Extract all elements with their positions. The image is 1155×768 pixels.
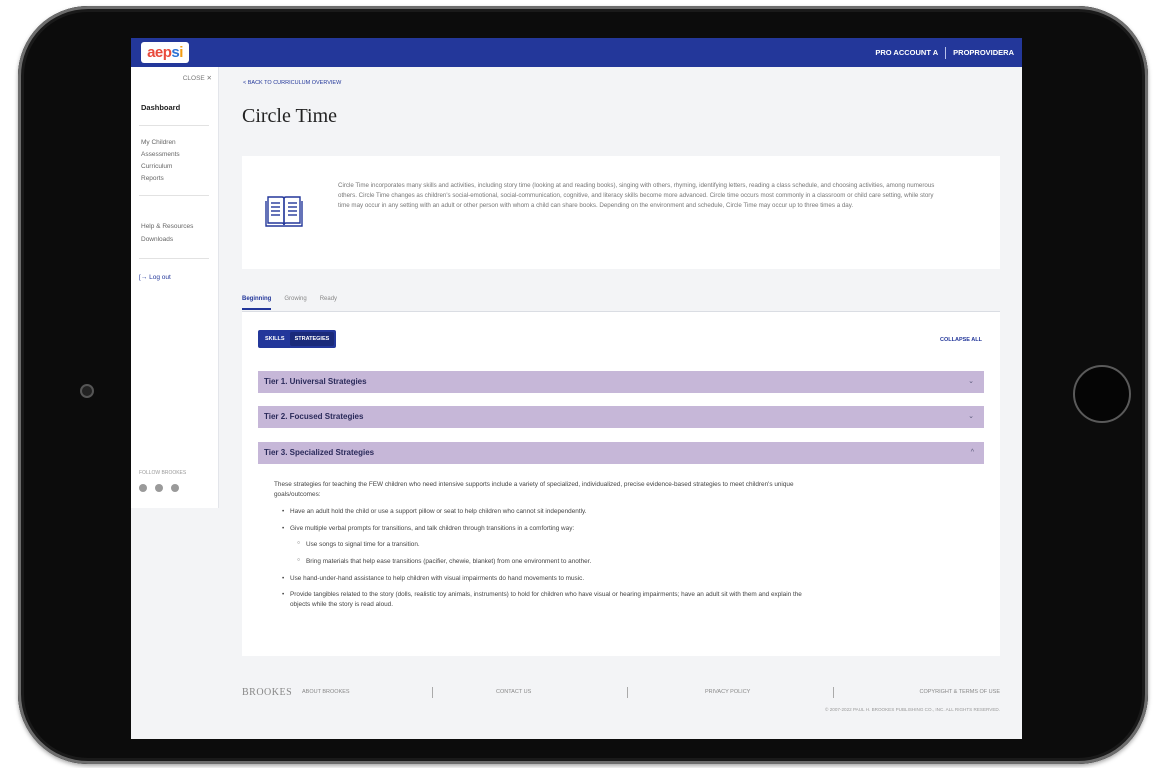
sidebar-item-my-children[interactable]: My Children [141, 139, 176, 146]
strategies-card: SKILLS STRATEGIES COLLAPSE ALL Tier 1. U… [242, 312, 1000, 656]
list-item: Provide tangibles related to the story (… [282, 590, 814, 609]
level-tabs: Beginning Growing Ready [242, 296, 337, 310]
list-item: Use hand-under-hand assistance to help c… [282, 574, 814, 584]
collapse-all-button[interactable]: COLLAPSE ALL [940, 337, 982, 343]
sidebar-item-downloads[interactable]: Downloads [141, 236, 173, 243]
aepsi-logo[interactable]: aepsi [141, 42, 189, 63]
tier-3-label: Tier 3. Specialized Strategies [264, 448, 375, 457]
sidebar-item-help[interactable]: Help & Resources [141, 223, 193, 230]
tier-3-accordion[interactable]: Tier 3. Specialized Strategies ^ [258, 442, 984, 464]
account-name[interactable]: PRO ACCOUNT A [875, 48, 938, 57]
chevron-up-icon: ^ [970, 449, 974, 456]
chevron-down-icon: ⌄ [968, 413, 974, 420]
strategies-toggle-button[interactable]: STRATEGIES [289, 332, 335, 346]
footer-divider [833, 687, 834, 698]
tier-1-accordion[interactable]: Tier 1. Universal Strategies ⌄ [258, 371, 984, 393]
logout-button[interactable]: [→ Log out [139, 274, 171, 281]
sidebar-divider [139, 195, 209, 196]
footer-divider [432, 687, 433, 698]
footer: BROOKES ABOUT BROOKES CONTACT US PRIVACY… [242, 687, 1000, 737]
tier-3-content: These strategies for teaching the FEW ch… [274, 480, 814, 616]
close-sidebar-button[interactable]: CLOSE ✕ [183, 74, 212, 82]
provider-name[interactable]: PROPROVIDERA [953, 48, 1014, 57]
sidebar-divider [139, 125, 209, 126]
sidebar-item-assessments[interactable]: Assessments [141, 151, 180, 158]
tab-growing[interactable]: Growing [284, 296, 306, 310]
twitter-icon[interactable] [171, 484, 179, 492]
footer-divider [627, 687, 628, 698]
account-divider [945, 46, 947, 59]
logout-label: Log out [149, 274, 171, 281]
tier-3-intro: These strategies for teaching the FEW ch… [274, 481, 794, 498]
facebook-icon[interactable] [139, 484, 147, 492]
tier-2-label: Tier 2. Focused Strategies [264, 412, 364, 421]
back-to-overview-link[interactable]: < BACK TO CURRICULUM OVERVIEW [243, 80, 341, 86]
tier-1-label: Tier 1. Universal Strategies [264, 377, 367, 386]
follow-label: FOLLOW BROOKES [139, 470, 187, 476]
camera-icon [80, 384, 94, 398]
brookes-logo[interactable]: BROOKES [242, 687, 292, 698]
sidebar-item-dashboard[interactable]: Dashboard [141, 103, 180, 112]
sidebar: CLOSE ✕ Dashboard My Children Assessment… [131, 67, 219, 508]
sidebar-divider [139, 258, 209, 259]
chevron-down-icon: ⌄ [968, 378, 974, 385]
app-screen: aepsi PRO ACCOUNT A PROPROVIDERA CLOSE ✕… [131, 38, 1022, 739]
skills-strategies-toggle: SKILLS STRATEGIES [258, 330, 337, 348]
footer-link-contact[interactable]: CONTACT US [496, 689, 531, 695]
book-icon [265, 196, 303, 227]
footer-link-copyright[interactable]: COPYRIGHT & TERMS OF USE [920, 689, 1000, 695]
list-item: Give multiple verbal prompts for transit… [282, 524, 814, 534]
list-item: Bring materials that help ease transitio… [297, 557, 814, 567]
copyright-text: © 2007-2022 PAUL H. BROOKES PUBLISHING C… [825, 707, 1000, 712]
footer-link-privacy[interactable]: PRIVACY POLICY [705, 689, 750, 695]
account-area: PRO ACCOUNT A PROPROVIDERA [875, 38, 1014, 67]
instagram-icon[interactable] [155, 484, 163, 492]
page-title: Circle Time [242, 105, 338, 127]
description-card: Circle Time incorporates many skills and… [242, 156, 1000, 269]
main-content: < BACK TO CURRICULUM OVERVIEW Circle Tim… [219, 67, 1022, 739]
activity-description: Circle Time incorporates many skills and… [338, 182, 935, 209]
tab-ready[interactable]: Ready [320, 296, 337, 310]
logout-icon: [→ [139, 274, 148, 281]
footer-link-about[interactable]: ABOUT BROOKES [302, 689, 350, 695]
list-item: Use songs to signal time for a transitio… [297, 540, 814, 550]
top-bar: aepsi PRO ACCOUNT A PROPROVIDERA [131, 38, 1022, 67]
skills-toggle-button[interactable]: SKILLS [260, 332, 290, 346]
strategy-list: Have an adult hold the child or use a su… [274, 507, 814, 609]
sidebar-item-reports[interactable]: Reports [141, 175, 164, 182]
home-button[interactable] [1073, 365, 1131, 423]
list-item: Have an adult hold the child or use a su… [282, 507, 814, 517]
sidebar-item-curriculum[interactable]: Curriculum [141, 163, 172, 170]
tier-2-accordion[interactable]: Tier 2. Focused Strategies ⌄ [258, 406, 984, 428]
tab-beginning[interactable]: Beginning [242, 296, 272, 310]
